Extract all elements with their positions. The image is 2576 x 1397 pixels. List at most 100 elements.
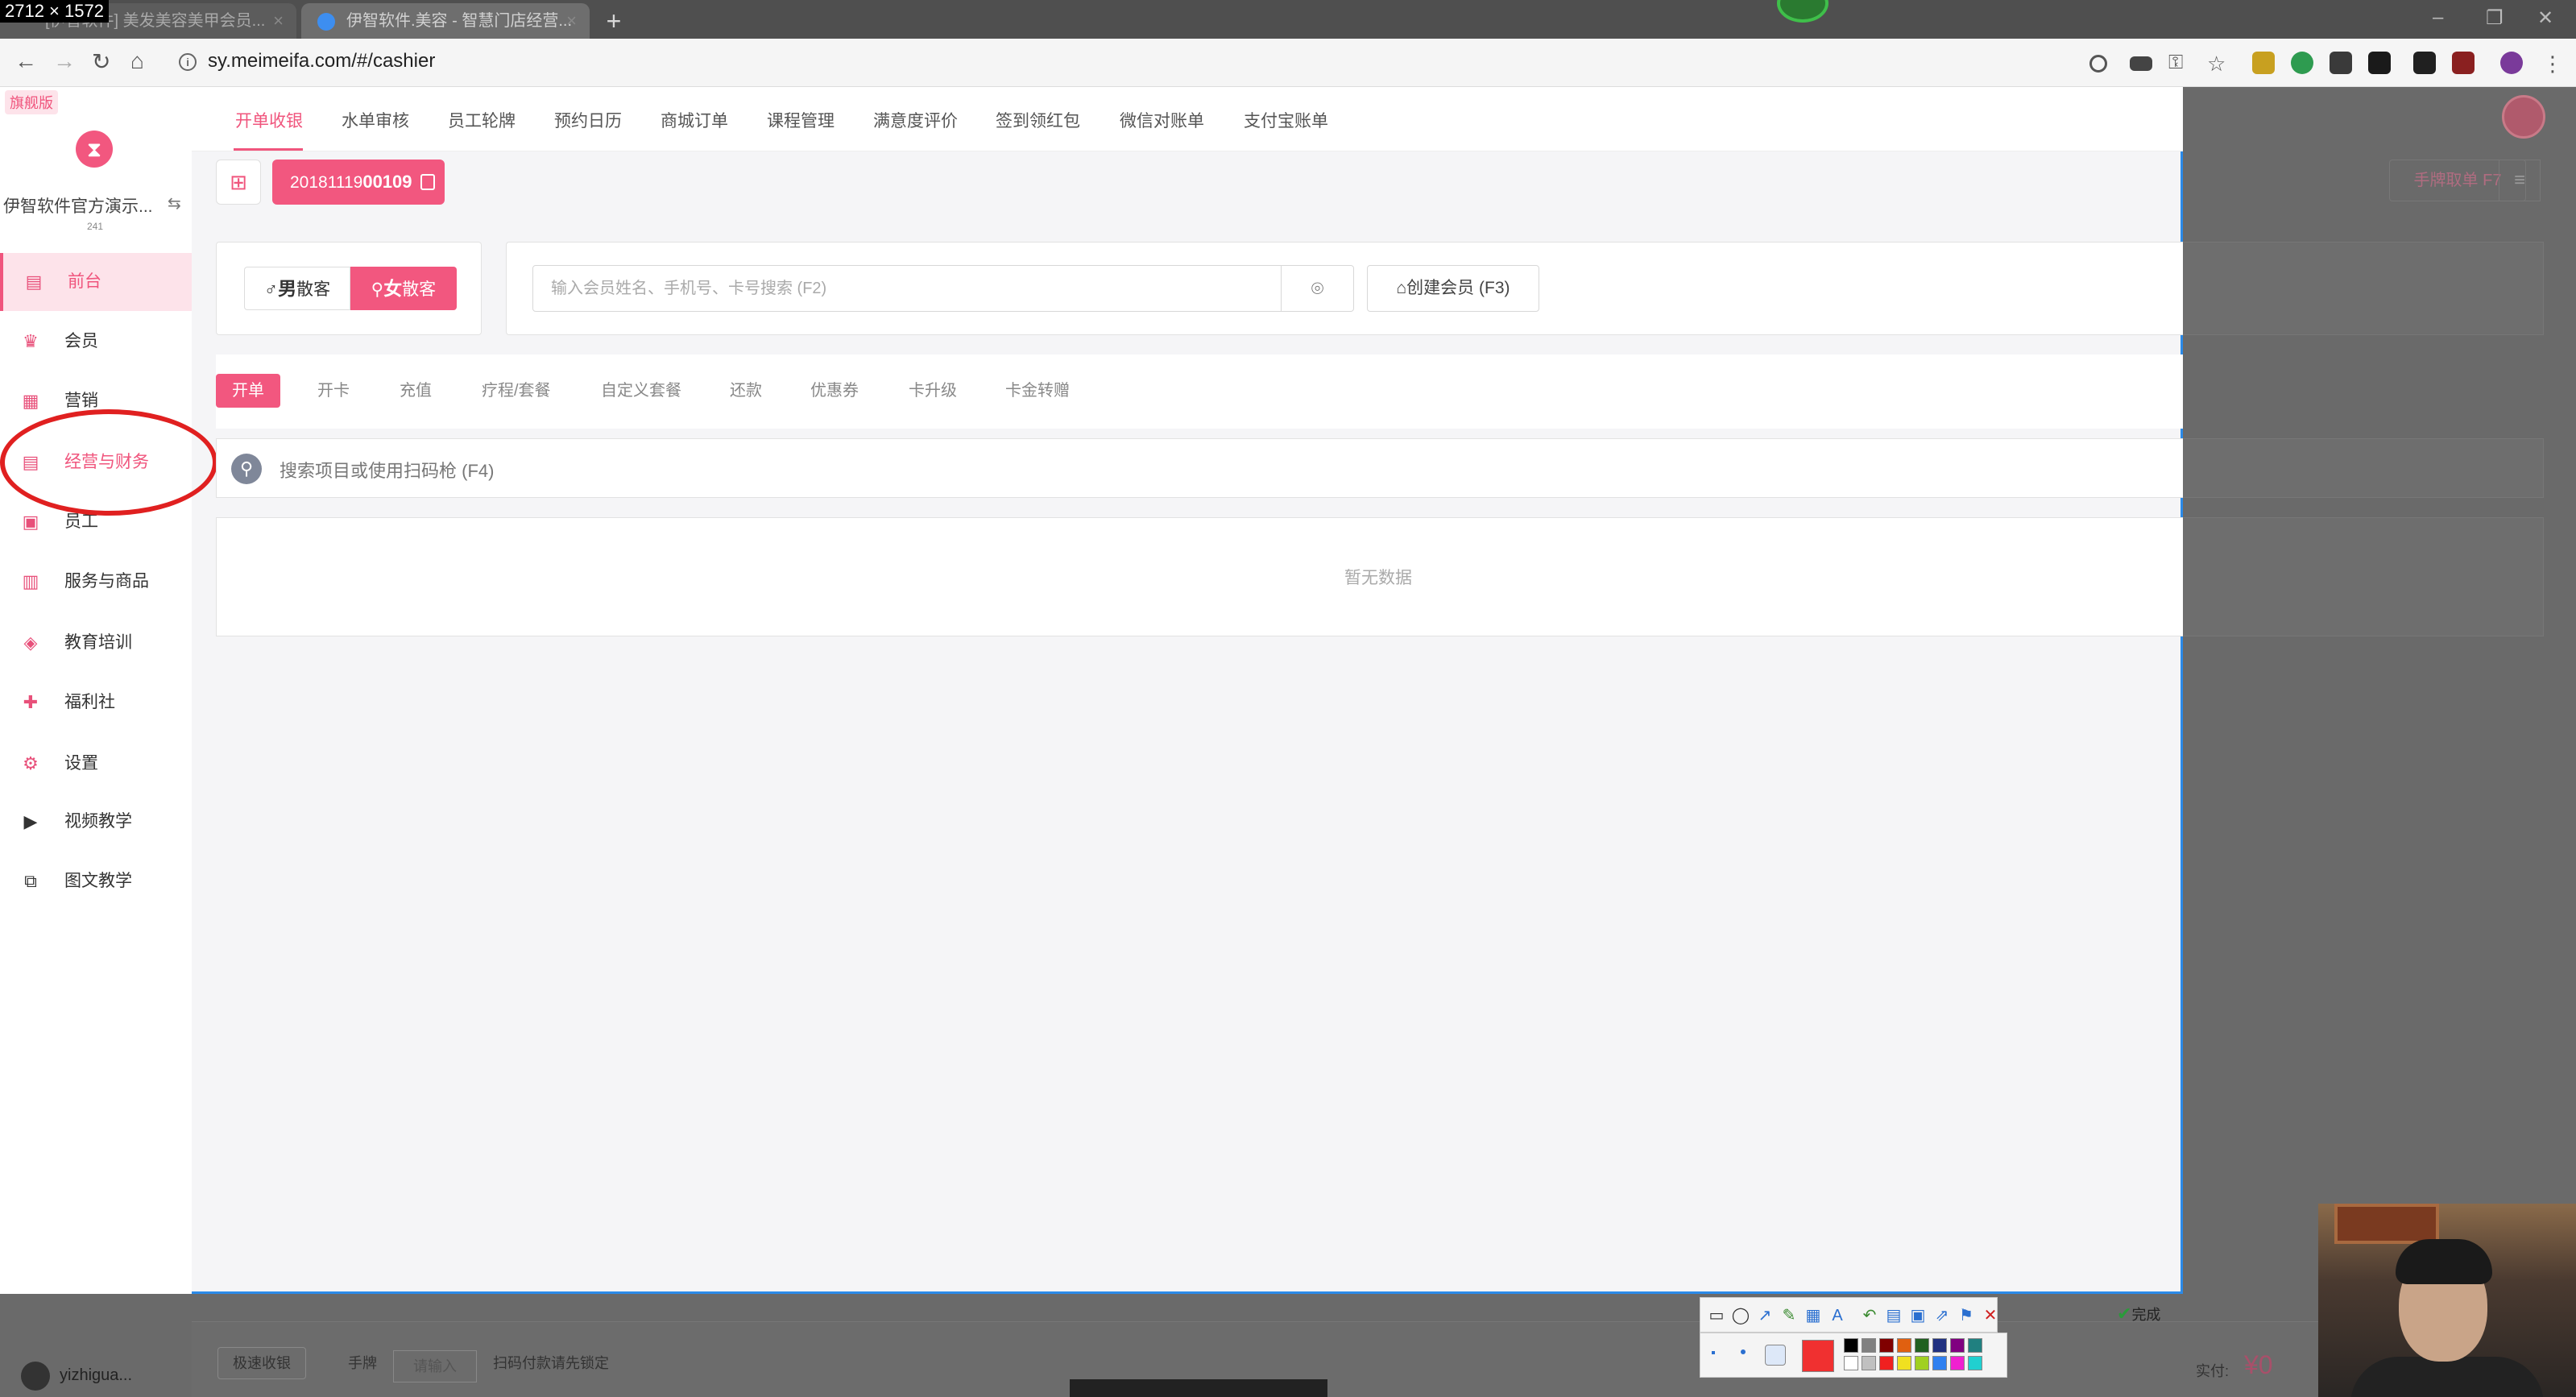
tab-checkin-redpacket[interactable]: 签到领红包 xyxy=(996,108,1080,132)
sidebar-item-welfare[interactable]: ✚ 福利社 xyxy=(0,674,192,732)
current-color-swatch[interactable] xyxy=(1802,1340,1834,1372)
subtab-recharge[interactable]: 充值 xyxy=(400,374,432,408)
color-swatch[interactable] xyxy=(1897,1338,1911,1353)
subtab-card-upgrade[interactable]: 卡升级 xyxy=(909,374,957,408)
tab-alipay-statement[interactable]: 支付宝账单 xyxy=(1244,108,1328,132)
close-tab-icon[interactable]: × xyxy=(273,3,284,39)
subtab-package[interactable]: 疗程/套餐 xyxy=(482,374,551,408)
store-name[interactable]: 伊智软件官方演示... xyxy=(3,193,153,218)
home-icon[interactable]: ⌂ xyxy=(130,48,144,74)
key-icon[interactable]: ⚿ xyxy=(2168,52,2191,74)
extension-2-icon[interactable] xyxy=(2291,52,2313,74)
male-walkin-button[interactable]: ♂男散客 xyxy=(244,267,350,310)
sidebar-item-label: 视频教学 xyxy=(64,812,132,831)
star-icon[interactable]: ☆ xyxy=(2207,52,2230,76)
camera-icon[interactable] xyxy=(2130,56,2152,71)
tab-wechat-statement[interactable]: 微信对账单 xyxy=(1120,108,1204,132)
tab-course[interactable]: 课程管理 xyxy=(767,108,835,132)
ellipse-tool-icon[interactable]: ◯ xyxy=(1731,1306,1750,1325)
extension-3-icon[interactable] xyxy=(2330,52,2352,74)
sidebar-item-front-desk[interactable]: ▤ 前台 xyxy=(0,253,192,311)
color-swatch[interactable] xyxy=(1862,1338,1876,1353)
menu-icon[interactable]: ⋮ xyxy=(2542,52,2565,76)
color-swatch[interactable] xyxy=(1879,1338,1894,1353)
color-swatch[interactable] xyxy=(1968,1338,1982,1353)
sidebar-item-education[interactable]: ◈ 教育培训 xyxy=(0,614,192,672)
close-window-icon[interactable]: ✕ xyxy=(2537,6,2553,30)
rectangle-tool-icon[interactable]: ▭ xyxy=(1707,1306,1726,1325)
pin-icon[interactable]: ⚑ xyxy=(1957,1306,1976,1325)
create-member-button[interactable]: ⌂创建会员 (F3) xyxy=(1367,265,1539,312)
reload-icon[interactable]: ↻ xyxy=(92,48,110,75)
profile-icon[interactable] xyxy=(2500,52,2523,74)
undo-icon[interactable]: ↶ xyxy=(1860,1306,1879,1325)
info-icon[interactable]: i xyxy=(179,52,197,71)
cancel-icon[interactable]: ✕ xyxy=(1981,1306,2000,1325)
subtab-open-order[interactable]: 开单 xyxy=(216,374,280,408)
color-swatch[interactable] xyxy=(1879,1356,1894,1370)
extension-1-icon[interactable] xyxy=(2252,52,2275,74)
arrow-tool-icon[interactable]: ↗ xyxy=(1755,1306,1775,1325)
size-medium-icon[interactable] xyxy=(1741,1349,1746,1354)
browser-tab-2[interactable]: 伊智软件.美容 - 智慧门店经营... × xyxy=(301,3,590,39)
sidebar-item-member[interactable]: ♛ 会员 xyxy=(0,313,192,371)
color-swatch[interactable] xyxy=(1950,1338,1965,1353)
subtab-open-card[interactable]: 开卡 xyxy=(317,374,350,408)
sidebar-item-article[interactable]: ⧉ 图文教学 xyxy=(0,852,192,910)
tab-staff-rotation[interactable]: 员工轮牌 xyxy=(448,108,516,132)
color-swatch[interactable] xyxy=(1932,1356,1947,1370)
save-icon[interactable]: ▤ xyxy=(1884,1306,1903,1325)
tab-mall-orders[interactable]: 商城订单 xyxy=(661,108,728,132)
color-swatch[interactable] xyxy=(1844,1356,1858,1370)
size-large-icon[interactable] xyxy=(1765,1345,1786,1366)
url-field[interactable]: i sy.meimeifa.com/#/cashier xyxy=(179,50,435,73)
size-small-icon[interactable] xyxy=(1712,1351,1715,1354)
extension-4-icon[interactable] xyxy=(2368,52,2391,74)
subtab-card-transfer[interactable]: 卡金转赠 xyxy=(1005,374,1070,408)
tab-water-bill[interactable]: 水单审核 xyxy=(342,108,409,132)
color-swatch[interactable] xyxy=(1862,1356,1876,1370)
sub-tab-bar: 开单 开卡 充值 疗程/套餐 自定义套餐 还款 优惠券 卡升级 卡金转赠 xyxy=(216,354,2183,429)
color-swatch[interactable] xyxy=(1968,1356,1982,1370)
color-swatch[interactable] xyxy=(1915,1338,1929,1353)
item-search-bar[interactable]: ⚲ 搜索项目或使用扫码枪 (F4) xyxy=(216,438,2183,498)
subtab-repayment[interactable]: 还款 xyxy=(730,374,762,408)
subtab-custom-package[interactable]: 自定义套餐 xyxy=(601,374,681,408)
share-icon[interactable]: ⇗ xyxy=(1932,1306,1952,1325)
tab-cashier[interactable]: 开单收银 xyxy=(235,108,303,132)
color-swatch[interactable] xyxy=(1932,1338,1947,1353)
forward-icon[interactable]: → xyxy=(53,48,76,74)
switch-store-icon[interactable]: ⇆ xyxy=(168,193,181,213)
back-icon[interactable]: ← xyxy=(14,48,37,74)
location-icon[interactable] xyxy=(2089,55,2107,73)
female-walkin-button[interactable]: ⚲女散客 xyxy=(350,267,457,310)
add-order-button[interactable]: ⊞ xyxy=(216,160,261,205)
article-icon: ⧉ xyxy=(24,871,37,891)
tab-satisfaction[interactable]: 满意度评价 xyxy=(873,108,958,132)
tab-booking-calendar[interactable]: 预约日历 xyxy=(554,108,622,132)
done-button[interactable]: ✔完成 xyxy=(2117,1304,2160,1324)
color-swatch[interactable] xyxy=(1844,1338,1858,1353)
item-table: 暂无数据 xyxy=(216,517,2183,636)
extension-6-icon[interactable] xyxy=(2452,52,2475,74)
mosaic-tool-icon[interactable]: ▦ xyxy=(1804,1306,1823,1325)
subtab-coupon[interactable]: 优惠券 xyxy=(810,374,859,408)
face-scan-button[interactable]: ⌾ xyxy=(1282,265,1354,312)
extension-5-icon[interactable] xyxy=(2413,52,2436,74)
color-swatch[interactable] xyxy=(1950,1356,1965,1370)
member-search-input[interactable]: 输入会员姓名、手机号、卡号搜索 (F2) xyxy=(532,265,1282,312)
sidebar-item-goods[interactable]: ▥ 服务与商品 xyxy=(0,553,192,611)
sidebar-item-video[interactable]: ▶ 视频教学 xyxy=(0,793,192,851)
order-number-tab[interactable]: 2018111900109 xyxy=(272,160,445,205)
copy-icon[interactable] xyxy=(420,174,435,190)
text-tool-icon[interactable]: A xyxy=(1828,1306,1847,1325)
close-tab-icon[interactable]: × xyxy=(566,3,577,39)
color-swatch[interactable] xyxy=(1915,1356,1929,1370)
pen-tool-icon[interactable]: ✎ xyxy=(1779,1306,1799,1325)
minimize-icon[interactable]: – xyxy=(2433,6,2443,29)
new-tab-button[interactable]: + xyxy=(598,5,630,37)
restore-icon[interactable]: ❐ xyxy=(2486,6,2504,30)
sidebar-item-settings[interactable]: ⚙ 设置 xyxy=(0,735,192,793)
color-swatch[interactable] xyxy=(1897,1356,1911,1370)
copy-icon[interactable]: ▣ xyxy=(1908,1306,1928,1325)
